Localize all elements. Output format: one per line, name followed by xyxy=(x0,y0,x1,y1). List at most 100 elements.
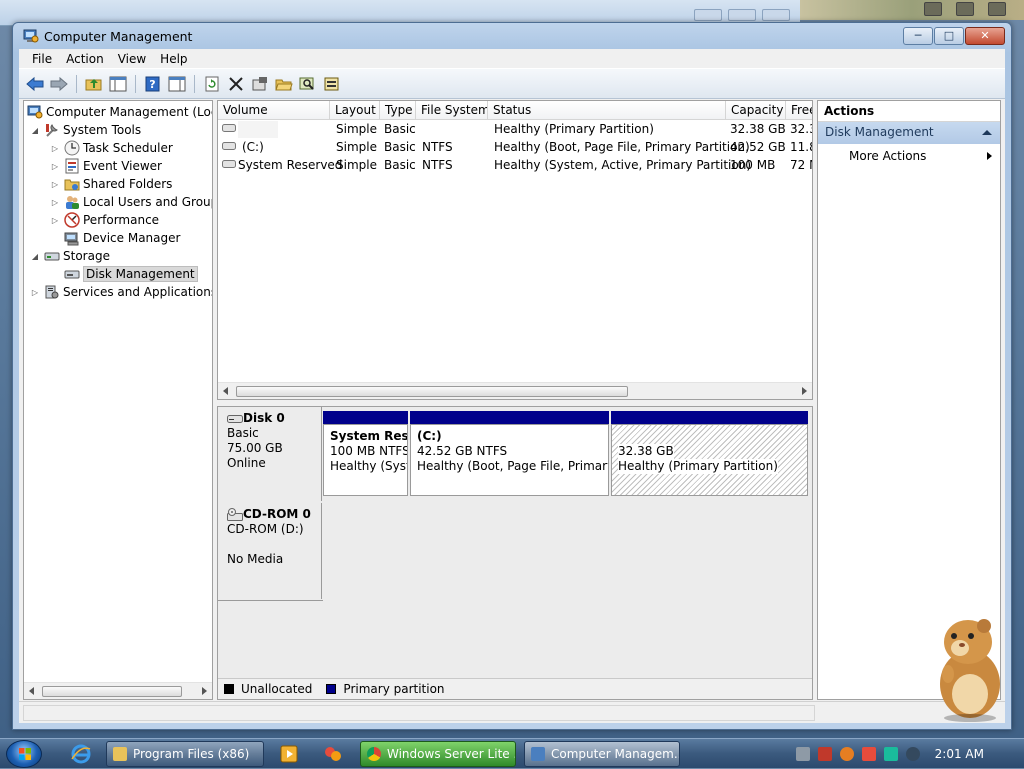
taskbar: Program Files (x86) Windows Server Lite … xyxy=(0,738,1024,768)
folder-icon xyxy=(113,747,127,761)
help-button[interactable]: ? xyxy=(143,74,163,94)
taskbar-computer-management[interactable]: Computer Managem... xyxy=(524,741,680,767)
scrollbar-thumb[interactable] xyxy=(236,386,628,397)
free-cell: 72 M xyxy=(790,158,812,172)
menu-file[interactable]: File xyxy=(25,52,59,66)
show-hide-console-tree-button[interactable] xyxy=(108,74,128,94)
column-header-type[interactable]: Type xyxy=(380,101,416,120)
background2-maximize-button[interactable] xyxy=(956,2,974,16)
tree-item-storage[interactable]: ◢ Storage xyxy=(30,247,110,265)
column-header-volume[interactable]: Volume xyxy=(218,101,330,120)
services-icon xyxy=(44,284,60,300)
collapse-arrow-icon[interactable]: ◢ xyxy=(30,126,40,135)
tree-item-device-manager[interactable]: Device Manager xyxy=(64,229,180,247)
tree-label: Local Users and Groups xyxy=(83,195,213,209)
menu-bar: File Action View Help xyxy=(19,49,1005,69)
volume-list-horizontal-scrollbar[interactable] xyxy=(218,382,812,399)
menu-view[interactable]: View xyxy=(111,52,153,66)
disk-0-label[interactable]: Disk 0 Basic 75.00 GB Online xyxy=(218,407,322,501)
expand-arrow-icon[interactable]: ▷ xyxy=(30,288,40,297)
column-header-free[interactable]: Free xyxy=(786,101,812,120)
storage-icon xyxy=(44,248,60,264)
background-maximize-button[interactable] xyxy=(728,9,756,21)
tree-label: Performance xyxy=(83,213,160,227)
minimize-button[interactable]: ─ xyxy=(903,27,933,45)
scroll-left-arrow-icon[interactable] xyxy=(29,687,34,695)
expand-arrow-icon[interactable]: ▷ xyxy=(50,162,60,171)
tray-network-icon[interactable] xyxy=(796,747,810,761)
app-tray-icon[interactable] xyxy=(322,743,344,765)
collapse-arrow-icon[interactable]: ◢ xyxy=(30,252,40,261)
tree-item-services-applications[interactable]: ▷ Services and Applications xyxy=(30,283,212,301)
zoom-button[interactable] xyxy=(298,74,318,94)
tree-item-task-scheduler[interactable]: ▷ Task Scheduler xyxy=(50,139,173,157)
show-hide-action-pane-button[interactable] xyxy=(167,74,187,94)
actions-section-disk-management[interactable]: Disk Management xyxy=(818,122,1000,144)
tray-flag-icon[interactable] xyxy=(862,747,876,761)
tree-item-performance[interactable]: ▷ Performance xyxy=(50,211,159,229)
tray-speaker-icon[interactable] xyxy=(906,747,920,761)
partition-c-drive[interactable]: (C:) 42.52 GB NTFS Healthy (Boot, Page F… xyxy=(410,424,609,496)
tree-item-event-viewer[interactable]: ▷ Event Viewer xyxy=(50,157,162,175)
media-player-icon[interactable] xyxy=(278,743,300,765)
tray-tools-icon[interactable] xyxy=(818,747,832,761)
tree-item-local-users-groups[interactable]: ▷ Local Users and Groups xyxy=(50,193,213,211)
more-actions-item[interactable]: More Actions xyxy=(818,144,1000,168)
taskbar-chrome-window[interactable]: Windows Server Lite ... xyxy=(360,741,516,767)
tree-item-shared-folders[interactable]: ▷ Shared Folders xyxy=(50,175,172,193)
menu-help[interactable]: Help xyxy=(153,52,194,66)
tray-search-icon[interactable] xyxy=(840,747,854,761)
tree-item-disk-management[interactable]: Disk Management xyxy=(64,265,198,283)
internet-explorer-icon[interactable] xyxy=(70,743,92,765)
column-header-capacity[interactable]: Capacity xyxy=(726,101,786,120)
expand-arrow-icon[interactable]: ▷ xyxy=(50,144,60,153)
disk-settings-button[interactable] xyxy=(322,74,342,94)
status-cell: Healthy (Primary Partition) xyxy=(494,122,654,136)
background-minimize-button[interactable] xyxy=(694,9,722,21)
scrollbar-thumb[interactable] xyxy=(42,686,182,697)
column-header-layout[interactable]: Layout xyxy=(330,101,380,120)
open-folder-button[interactable] xyxy=(274,74,294,94)
properties-button[interactable] xyxy=(250,74,270,94)
back-button[interactable] xyxy=(25,74,45,94)
tray-display-icon[interactable] xyxy=(884,747,898,761)
menu-action[interactable]: Action xyxy=(59,52,111,66)
tree-label: Computer Management (Local xyxy=(46,105,213,119)
expand-arrow-icon[interactable]: ▷ xyxy=(50,216,60,225)
column-header-file-system[interactable]: File System xyxy=(416,101,488,120)
taskbar-computer-management-label: Computer Managem... xyxy=(551,747,680,761)
scroll-left-arrow-icon[interactable] xyxy=(223,387,228,395)
scroll-right-arrow-icon[interactable] xyxy=(802,387,807,395)
more-actions-label: More Actions xyxy=(849,149,927,163)
layout-cell: Simple xyxy=(336,140,377,154)
refresh-button[interactable] xyxy=(202,74,222,94)
console-tree-icon xyxy=(109,76,127,91)
title-bar[interactable]: Computer Management ─ □ ✕ xyxy=(13,23,1011,49)
delete-button[interactable] xyxy=(226,74,246,94)
background2-close-button[interactable] xyxy=(988,2,1006,16)
tree-horizontal-scrollbar[interactable] xyxy=(24,682,212,699)
expand-arrow-icon[interactable]: ▷ xyxy=(50,198,60,207)
maximize-button[interactable]: □ xyxy=(934,27,964,45)
background-close-button[interactable] xyxy=(762,9,790,21)
background2-minimize-button[interactable] xyxy=(924,2,942,16)
forward-button[interactable] xyxy=(49,74,69,94)
tree-item-computer-management[interactable]: Computer Management (Local xyxy=(27,103,213,121)
partition-system-reserved[interactable]: System Rese 100 MB NTFS Healthy (Syste xyxy=(323,424,408,496)
cdrom-0-label[interactable]: CD-ROM 0 CD-ROM (D:) No Media xyxy=(218,503,322,599)
up-level-button[interactable] xyxy=(84,74,104,94)
collapse-up-icon[interactable] xyxy=(982,130,992,135)
taskbar-clock[interactable]: 2:01 AM xyxy=(935,747,984,761)
start-button[interactable] xyxy=(6,740,42,768)
computer-management-icon xyxy=(23,29,39,43)
expand-arrow-icon[interactable]: ▷ xyxy=(50,180,60,189)
system-tools-icon xyxy=(44,122,60,138)
close-button[interactable]: ✕ xyxy=(965,27,1005,45)
background-window-2 xyxy=(800,0,1024,20)
scroll-right-arrow-icon[interactable] xyxy=(202,687,207,695)
computer-management-window: Computer Management ─ □ ✕ File Action Vi… xyxy=(12,22,1012,730)
partition-unlabeled-selected[interactable]: 32.38 GB Healthy (Primary Partition) xyxy=(611,424,808,496)
column-header-status[interactable]: Status xyxy=(488,101,726,120)
taskbar-program-files[interactable]: Program Files (x86) xyxy=(106,741,264,767)
tree-item-system-tools[interactable]: ◢ System Tools xyxy=(30,121,141,139)
